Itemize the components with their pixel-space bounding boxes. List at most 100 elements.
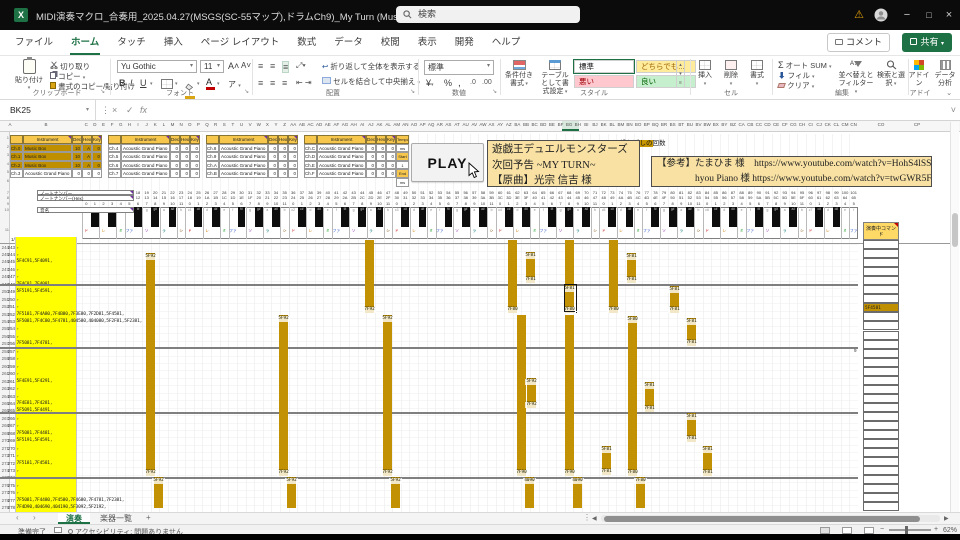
midi-command-cell[interactable]: , [17,266,20,273]
midi-command-cell[interactable]: , [17,452,20,459]
white-key[interactable]: a [263,208,273,212]
white-key[interactable]: g [245,208,255,212]
midi-command-cell[interactable]: , [17,244,20,251]
panel-command-cell[interactable] [863,439,899,448]
number-dialog-launcher[interactable]: ↘ [492,88,497,95]
instrument-value-cell[interactable]: 0 [376,161,386,170]
black-key[interactable]: c# [298,207,306,228]
row-header[interactable]: 6 [0,178,9,183]
row-header[interactable]: 11 [0,227,9,232]
instrument-value-cell[interactable]: A [82,152,92,161]
instrument-value-cell[interactable]: 0 [366,161,376,170]
panel-command-cell[interactable] [863,367,899,376]
percent-format-button[interactable]: % [444,78,452,88]
midi-command-cell[interactable]: , [17,348,20,355]
panel-command-cell[interactable] [863,267,899,276]
black-key[interactable]: g# [462,207,470,228]
ribbon-tab-開発[interactable]: 開発 [446,30,483,55]
white-key[interactable]: g [452,208,462,212]
delete-cells-button[interactable]: 削除▾ [719,59,743,88]
format-cells-button[interactable]: 書式▾ [745,59,769,88]
ribbon-tab-タッチ[interactable]: タッチ [108,30,155,55]
insert-cells-button[interactable]: 挿入▾ [693,59,717,88]
underline-dropdown[interactable]: ▾ [150,81,153,87]
channel-cell[interactable]: Ch.D [304,152,317,161]
midi-command-cell[interactable]: , [17,251,20,258]
instrument-value-cell[interactable]: 0 [170,169,180,178]
bold-button[interactable]: B [119,78,126,88]
black-key[interactable]: g# [151,207,159,228]
panel-command-cell[interactable] [863,240,899,249]
tab-scroll-left[interactable]: ‹ [16,513,19,522]
midi-command-cell[interactable]: 7F5081,7F4480,7F4580,7F4680,7F4781,7F238… [17,497,125,504]
instrument-name-cell[interactable]: Acoustic Grand Piano [317,161,366,170]
sequence-number-cell[interactable]: 275 [7,482,15,489]
white-key[interactable]: c3 [392,208,402,212]
warning-icon[interactable]: ⚠ [850,6,868,24]
panel-command-cell[interactable] [863,349,899,358]
panel-command-cell[interactable] [863,312,899,321]
channel-cell[interactable]: Ch.E [304,161,317,170]
white-key[interactable]: d [409,208,419,212]
row-header[interactable]: 2 [0,144,9,149]
white-key[interactable]: c4 [495,208,505,212]
note-bar[interactable] [609,240,618,313]
instrument-value-cell[interactable]: 0 [190,169,200,178]
white-key[interactable]: f [642,208,652,212]
white-key[interactable]: a [366,208,376,212]
instrument-value-cell[interactable]: 0 [268,169,278,178]
panel-command-cell[interactable] [863,358,899,367]
instrument-value-cell[interactable]: 0 [268,144,278,153]
panel-command-cell[interactable] [863,385,899,394]
tempo-cell[interactable]: ms [396,178,409,187]
decrease-decimal-button[interactable]: .00 [482,79,492,86]
sequence-number-cell[interactable]: 247 [7,273,15,280]
selected-cell-outline[interactable] [564,284,577,312]
tempo-cell[interactable]: ms [396,144,409,153]
black-key[interactable]: a# [376,207,384,228]
midi-command-cell[interactable]: , [17,422,20,429]
instrument-name-cell[interactable]: Acoustic Grand Piano [317,169,366,178]
black-key[interactable]: f# [341,207,349,228]
black-key[interactable]: c# [815,207,823,228]
midi-command-cell[interactable]: 7F5081,7F4481, [17,430,53,437]
ribbon-tab-数式[interactable]: 数式 [288,30,325,55]
panel-command-cell[interactable] [863,294,899,303]
align-top-icon[interactable]: ≡ [258,61,263,71]
panel-command-cell[interactable] [863,493,899,502]
instrument-value-cell[interactable]: 0 [386,152,396,161]
sequence-number-cell[interactable]: 245 [7,258,15,265]
row-header[interactable]: 8 [0,195,9,200]
formula-bar-expand[interactable]: ˅ [951,100,956,120]
cell-style-標準[interactable]: 標準 [574,60,634,73]
currency-format-button[interactable]: ¥▾ [426,78,434,88]
black-key[interactable]: g# [358,207,366,228]
panel-command-cell[interactable] [863,331,899,340]
black-key[interactable]: d# [833,207,841,228]
panel-command-cell[interactable] [863,421,899,430]
sequence-number-cell[interactable]: 263 [7,393,15,400]
midi-command-cell[interactable]: , [17,273,20,280]
row-header[interactable]: 4 [0,161,9,166]
sequence-number-cell[interactable]: 244 [7,251,15,258]
midi-command-cell[interactable]: , [17,370,20,377]
sequence-number-cell[interactable]: 254 [7,325,15,332]
black-key[interactable]: d# [626,207,634,228]
font-dialog-launcher[interactable]: ↘ [244,88,249,95]
midi-command-cell[interactable]: 7F4D90,404690,404190,5F3092,5F2192, [17,504,107,511]
align-middle-icon[interactable]: ≡ [270,61,275,71]
account-avatar[interactable] [872,6,890,28]
note-bar[interactable] [279,315,288,476]
panel-command-cell[interactable] [863,475,899,484]
row-header[interactable]: 1 [0,135,9,140]
white-key[interactable]: f [332,208,342,212]
instrument-value-cell[interactable]: 0 [92,169,102,178]
instrument-name-cell[interactable]: Acoustic Grand Piano [219,144,268,153]
instrument-value-cell[interactable]: 10 [72,144,82,153]
instrument-value-cell[interactable]: 0 [386,144,396,153]
sequence-number-cell[interactable]: 273 [7,467,15,474]
zoom-in-button[interactable]: + [934,526,938,533]
formula-input[interactable] [158,102,938,118]
sequence-number-cell[interactable]: 269 [7,437,15,444]
sequence-number-cell[interactable]: 267 [7,422,15,429]
